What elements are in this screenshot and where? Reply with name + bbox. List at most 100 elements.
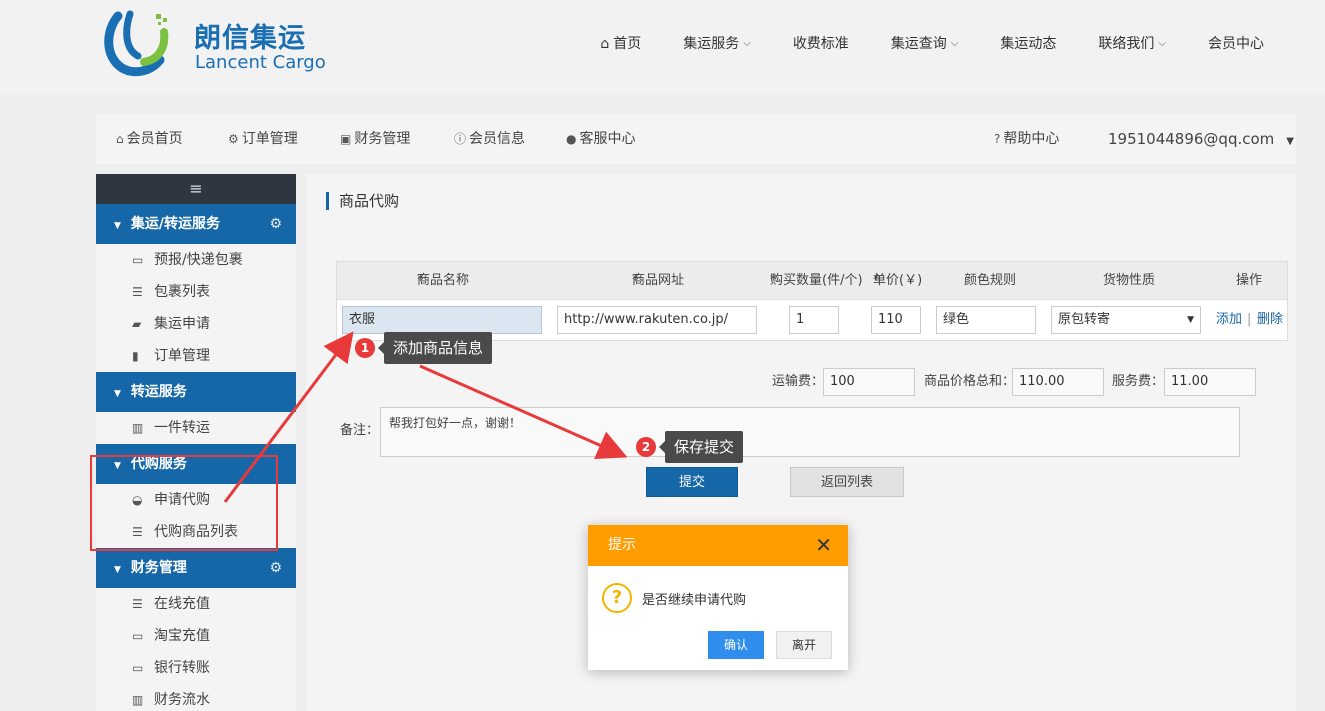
add-row-link[interactable]: 添加 [1216,300,1242,340]
home-icon: ⌂ [116,132,124,146]
order-management-link[interactable]: ⚙ 订单管理 [228,114,298,164]
nav-home[interactable]: ⌂ 首页 [579,30,662,58]
user-icon: ● [566,132,577,146]
caret-down-icon: ▼ [1286,136,1294,147]
logo-text-cn: 朗信集运 [194,23,306,54]
customer-service-link[interactable]: ● 客服中心 [566,114,635,164]
member-home-link[interactable]: ⌂ 会员首页 [116,114,183,164]
credit-card-icon: ▭ [132,661,144,675]
chevron-down-icon: ⌵ [1158,38,1166,49]
book-icon: ▮ [132,349,139,363]
goods-table: * 商品名称 * 商品网址 * 购买数量(件/个) * 单价(￥) 颜色规则 货物性质 … [336,261,1288,341]
sidebar-item-online-recharge[interactable]: ☰ 在线充值 [96,588,296,620]
member-info-link[interactable]: ⓘ 会员信息 [454,114,525,164]
info-icon: ⓘ [454,132,467,146]
list-icon: ☰ [132,285,143,299]
quantity-input[interactable]: 1 [789,306,839,334]
sidebar-item-forecast-parcel[interactable]: ▭ 预报/快递包裹 [96,244,296,276]
sidebar-item-parcel-list[interactable]: ☰ 包裹列表 [96,276,296,308]
dialog-body: ? 是否继续申请代购 [602,583,746,613]
sidebar-section-consolidation[interactable]: ▼ 集运/转运服务 ⚙ [96,204,296,244]
sidebar-section-forwarding[interactable]: ▼ 转运服务 [96,372,296,412]
nav-tracking[interactable]: 集运查询 ⌵ [870,30,980,58]
inbox-icon: ▭ [132,253,144,267]
help-center-link[interactable]: ? 帮助中心 [994,114,1059,164]
dialog-title: 提示 [608,537,636,553]
truck-icon: ▰ [132,317,142,331]
money-icon: ▣ [340,132,352,146]
confirm-button[interactable]: 确认 [708,631,764,659]
leave-button[interactable]: 离开 [776,631,832,659]
sidebar-item-bank-transfer[interactable]: ▭ 银行转账 [96,652,296,684]
remark-label: 备注： [340,423,380,438]
remark-textarea[interactable]: 帮我打包好一点，谢谢！ [380,407,1240,457]
close-icon[interactable]: ✕ [815,525,832,566]
sidebar-item-single-forward[interactable]: ▥ 一件转运 [96,412,296,444]
submit-button[interactable]: 提交 [646,467,738,497]
nav-contact[interactable]: 联络我们 ⌵ [1077,30,1187,58]
caret-down-icon: ▼ [114,389,121,399]
sidebar-item-consolidation-request[interactable]: ▰ 集运申请 [96,308,296,340]
step1-tooltip: 添加商品信息 [377,332,493,364]
color-spec-input[interactable]: 绿色 [936,306,1036,334]
home-icon: ⌂ [600,36,610,52]
chart-icon: ▥ [132,693,144,707]
member-bar: ⌂ 会员首页 ⚙ 订单管理 ▣ 财务管理 ⓘ 会员信息 ● 客服中心 ? 帮助中心 1951… [96,114,1296,164]
dialog-header: 提示 ✕ [588,525,848,566]
unit-price-input[interactable]: 110 [871,306,921,334]
step2-badge: 2 [636,437,656,457]
gear-icon: ⚙ [228,132,239,146]
sidebar-item-taobao-recharge[interactable]: ▭ 淘宝充值 [96,620,296,652]
goods-total-label: 商品价格总和： [924,374,1016,389]
nav-pricing[interactable]: 收费标准 [772,30,870,58]
user-account-dropdown[interactable]: 1951044896@qq.com ▼ [1108,114,1294,167]
gear-icon: ⚙ [269,560,282,576]
ops-separator: | [1247,312,1252,327]
server-icon: ☰ [132,597,143,611]
sidebar-item-finance-flow[interactable]: ▥ 财务流水 [96,684,296,711]
logo[interactable]: 朗信集运 Lancent Cargo [100,8,340,78]
dialog-message: 是否继续申请代购 [642,592,747,608]
nav-consolidation-services[interactable]: 集运服务 ⌵ [662,30,772,58]
goods-url-input[interactable]: http://www.rakuten.co.jp/ [557,306,757,334]
step2-tooltip: 保存提交 [658,431,744,463]
caret-down-icon: ▼ [114,565,121,575]
gear-icon: ⚙ [269,216,282,232]
sidebar: ≡ ▼ 集运/转运服务 ⚙ ▭ 预报/快递包裹 ☰ 包裹列表 ▰ 集运申请 ▮ 订单管理 ▼… [96,174,296,711]
highlight-box [90,455,278,551]
shipping-fee-input[interactable]: 100 [823,368,915,396]
service-fee-label: 服务费： [1112,374,1165,389]
finance-management-link[interactable]: ▣ 财务管理 [340,114,410,164]
chevron-down-icon: ⌵ [950,38,959,49]
nav-member-center[interactable]: 会员中心 [1187,30,1285,58]
question-icon: ? [602,583,632,613]
back-to-list-button[interactable]: 返回列表 [790,467,904,497]
logo-icon [104,10,169,77]
header-color: 颜色规则 [964,273,1017,288]
step1-badge: 1 [355,338,375,358]
chevron-down-icon: ⌵ [743,38,751,49]
header-ops: 操作 [1236,273,1263,288]
goods-total-input[interactable]: 110.00 [1012,368,1104,396]
shipping-fee-label: 运输费： [772,374,825,389]
table-header: * 商品名称 * 商品网址 * 购买数量(件/个) * 单价(￥) 颜色规则 货物性质 … [337,262,1287,300]
page-title: 商品代购 [326,192,399,210]
header-nature: 货物性质 [1103,273,1156,288]
chart-icon: ▥ [132,421,144,435]
service-fee-input[interactable]: 11.00 [1164,368,1256,396]
menu-icon: ≡ [189,179,203,198]
sidebar-item-order-management[interactable]: ▮ 订单管理 [96,340,296,372]
credit-card-icon: ▭ [132,629,144,643]
sidebar-toggle[interactable]: ≡ [96,174,296,204]
goods-name-input[interactable]: 衣服 [342,306,542,334]
main-nav: ⌂ 首页 集运服务 ⌵ 收费标准 集运查询 ⌵ 集运动态 联络我们 ⌵ 会员中心 [579,30,1285,58]
goods-nature-select[interactable]: 原包转寄 ▼ [1051,306,1201,334]
delete-row-link[interactable]: 删除 [1257,300,1283,340]
sidebar-section-finance[interactable]: ▼ 财务管理 ⚙ [96,548,296,588]
caret-down-icon: ▼ [114,221,121,231]
confirm-dialog: 提示 ✕ ? 是否继续申请代购 确认 离开 [588,525,848,670]
caret-down-icon: ▼ [1187,315,1194,325]
nav-news[interactable]: 集运动态 [979,30,1077,58]
question-icon: ? [994,132,1001,146]
site-header: 朗信集运 Lancent Cargo ⌂ 首页 集运服务 ⌵ 收费标准 集运查询 ⌵ … [0,0,1325,94]
